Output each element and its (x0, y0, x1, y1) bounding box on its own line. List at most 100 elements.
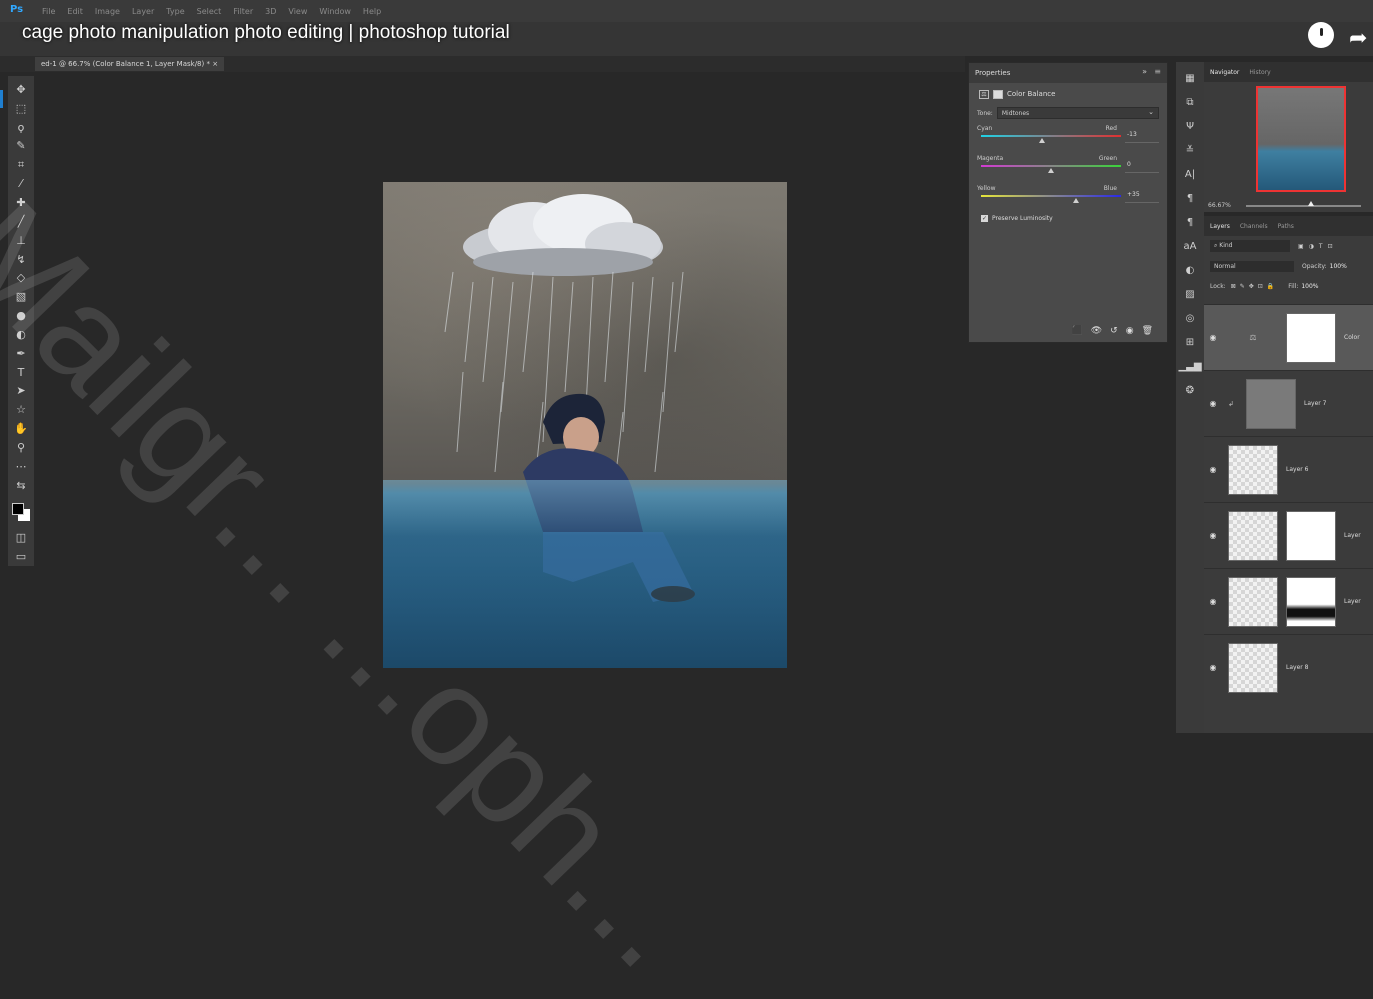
eye-icon[interactable]: ◉ (1204, 333, 1222, 342)
tab-navigator[interactable]: Navigator (1210, 69, 1239, 76)
shape-tool-icon[interactable]: ☆ (11, 400, 31, 419)
eye-icon[interactable]: ◉ (1204, 399, 1222, 408)
document-canvas[interactable] (383, 182, 787, 668)
kind-filter[interactable]: ⌕ Kind (1210, 240, 1290, 252)
zoom-slider[interactable] (1246, 205, 1361, 207)
menu-layer[interactable]: Layer (132, 7, 154, 16)
screen-mode-icon[interactable]: ▭ (11, 547, 31, 566)
eye-icon[interactable]: ◉ (1204, 663, 1222, 672)
dodge-tool-icon[interactable]: ◐ (11, 325, 31, 344)
more-tools-icon[interactable]: ⋯ (11, 457, 31, 476)
menu-type[interactable]: Type (166, 7, 184, 16)
path-select-icon[interactable]: ➤ (11, 382, 31, 401)
zoom-slider-thumb[interactable] (1308, 201, 1314, 206)
slider-value-field[interactable]: 0 (1125, 161, 1159, 173)
stamp-tool-icon[interactable]: ⊥ (11, 231, 31, 250)
preserve-checkbox[interactable]: ✓ (981, 215, 988, 222)
layer-row[interactable]: ◉ Layer 6 (1204, 436, 1373, 502)
menu-help[interactable]: Help (363, 7, 381, 16)
styles-icon[interactable]: ❂ (1180, 378, 1200, 402)
character-icon[interactable]: A| (1180, 162, 1200, 186)
brush-settings-icon[interactable]: ≚ (1180, 138, 1200, 162)
layer-row[interactable]: ◉ Layer (1204, 568, 1373, 634)
share-icon[interactable]: ➦ (1349, 26, 1367, 51)
hand-tool-icon[interactable]: ✋ (11, 419, 31, 438)
pen-tool-icon[interactable]: ✒ (11, 344, 31, 363)
navigator-zoom[interactable]: 66.67% (1208, 202, 1231, 209)
menu-window[interactable]: Window (319, 7, 351, 16)
glyphs-icon[interactable]: aA (1180, 234, 1200, 258)
paragraph-styles-icon[interactable]: ¶ (1180, 210, 1200, 234)
blur-tool-icon[interactable]: ● (11, 306, 31, 325)
tab-paths[interactable]: Paths (1278, 223, 1294, 230)
slider-track[interactable] (981, 165, 1121, 167)
slider-thumb[interactable] (1048, 168, 1054, 173)
lock-icons[interactable]: ⊠✎✥⊡🔒 (1231, 283, 1279, 290)
paragraph-icon[interactable]: ¶ (1180, 186, 1200, 210)
slider-thumb[interactable] (1072, 198, 1079, 203)
visibility-icon[interactable]: ◉ (1126, 326, 1134, 336)
layer-comps-icon[interactable]: ⧉ (1180, 90, 1200, 114)
eraser-tool-icon[interactable]: ◇ (11, 268, 31, 287)
menu-file[interactable]: File (42, 7, 55, 16)
brush-tool-icon[interactable]: ╱ (11, 212, 31, 231)
marquee-tool-icon[interactable]: ⬚ (11, 99, 31, 118)
eye-icon[interactable]: ◉ (1204, 597, 1222, 606)
slider-value-field[interactable]: -13 (1125, 131, 1159, 143)
panel-menu-icon[interactable]: ≡ (1154, 67, 1161, 76)
layer-row[interactable]: ◉ Layer (1204, 502, 1373, 568)
history-brush-icon[interactable]: ↯ (11, 250, 31, 269)
brushes-icon[interactable]: Ψ (1180, 114, 1200, 138)
gradient-tool-icon[interactable]: ▧ (11, 287, 31, 306)
tone-select[interactable]: Midtones (996, 107, 1159, 119)
libraries-icon[interactable]: ◎ (1180, 306, 1200, 330)
layer-mask-thumb[interactable] (1286, 312, 1336, 363)
eye-icon[interactable]: ◉ (1204, 531, 1222, 540)
menu-image[interactable]: Image (95, 7, 120, 16)
color-panel-icon[interactable]: ◐ (1180, 258, 1200, 282)
foreground-color-swatch[interactable] (12, 503, 24, 515)
slider-value-field[interactable]: +35 (1125, 191, 1159, 203)
swap-colors-icon[interactable]: ⇆ (11, 476, 31, 495)
info-panel-icon[interactable]: ▦ (1180, 66, 1200, 90)
eyedropper-tool-icon[interactable]: ⁄ (11, 174, 31, 193)
slider-thumb[interactable] (1038, 138, 1045, 143)
tab-history[interactable]: History (1249, 69, 1270, 76)
video-title[interactable]: cage photo manipulation photo editing | … (22, 22, 510, 44)
tab-channels[interactable]: Channels (1240, 223, 1268, 230)
type-tool-icon[interactable]: T (11, 363, 31, 382)
close-icon[interactable]: × (212, 60, 218, 68)
tab-layers[interactable]: Layers (1210, 223, 1230, 230)
menu-select[interactable]: Select (197, 7, 222, 16)
delete-icon[interactable]: 🗑 (1142, 326, 1153, 336)
navigator-preview[interactable] (1256, 86, 1346, 192)
layer-mask-thumb[interactable] (1286, 576, 1336, 627)
layer-row[interactable]: ◉ ↲ Layer 7 (1204, 370, 1373, 436)
quick-select-tool-icon[interactable]: ✎ (11, 137, 31, 156)
slider-track[interactable] (981, 135, 1121, 137)
move-tool-icon[interactable]: ✥ (11, 80, 31, 99)
filter-icons[interactable]: ▣◑T⊡ (1298, 243, 1338, 250)
histogram-icon[interactable]: ▁▃▆ (1178, 354, 1201, 378)
document-tab[interactable]: ed-1 @ 66.7% (Color Balance 1, Layer Mas… (35, 57, 225, 71)
view-previous-icon[interactable]: 👁 (1091, 326, 1102, 336)
lasso-tool-icon[interactable]: ϙ (11, 118, 31, 137)
reset-icon[interactable]: ↺ (1110, 326, 1118, 336)
opacity-value[interactable]: 100% (1330, 263, 1347, 270)
menu-edit[interactable]: Edit (67, 7, 83, 16)
layer-row[interactable]: ◉ Layer 8 (1204, 634, 1373, 700)
layer-row[interactable]: ◉ ⚖ Color (1204, 304, 1373, 370)
quick-mask-icon[interactable]: ◫ (11, 528, 31, 547)
menu-view[interactable]: View (288, 7, 307, 16)
eye-icon[interactable]: ◉ (1204, 465, 1222, 474)
healing-tool-icon[interactable]: ✚ (11, 193, 31, 212)
preserve-luminosity[interactable]: ✓ Preserve Luminosity (969, 215, 1167, 222)
menu-filter[interactable]: Filter (233, 7, 253, 16)
blend-mode-select[interactable]: Normal (1210, 260, 1294, 272)
clip-to-layer-icon[interactable]: ⬛ (1072, 326, 1083, 336)
zoom-tool-icon[interactable]: ⚲ (11, 438, 31, 457)
menu-3d[interactable]: 3D (265, 7, 276, 16)
mask-icon[interactable] (993, 89, 1003, 99)
collapse-icon[interactable]: » (1142, 67, 1147, 76)
slider-track[interactable] (981, 195, 1121, 197)
